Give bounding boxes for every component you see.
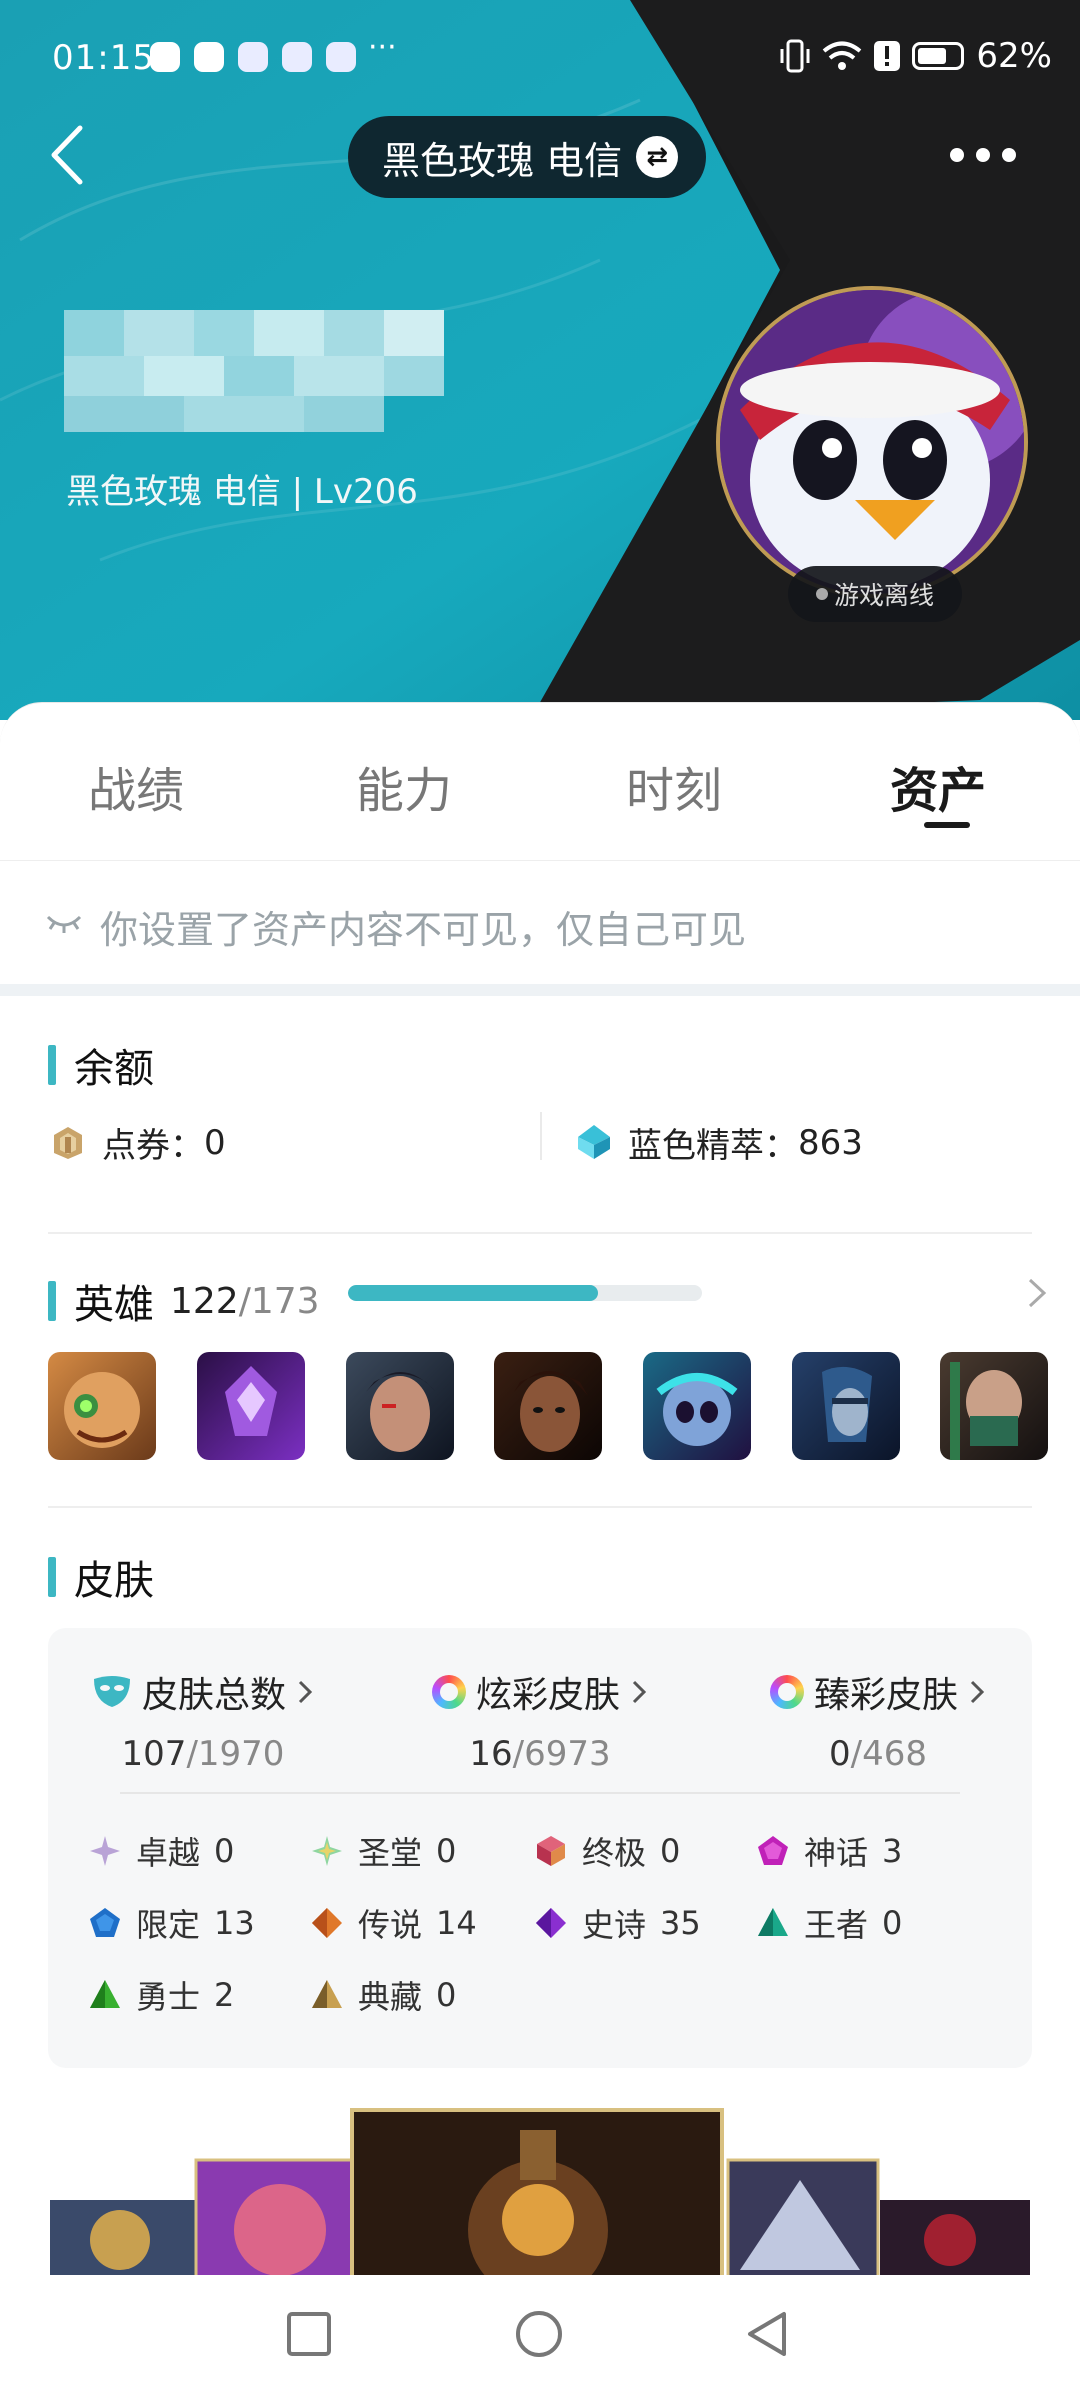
recents-button[interactable] xyxy=(284,2309,334,2359)
chroma-skins[interactable]: 炫彩皮肤 16/6973 xyxy=(390,1666,690,1774)
tab-assets[interactable]: 资产 xyxy=(890,751,986,821)
weather-app-icon xyxy=(194,42,224,72)
skin-showcase[interactable] xyxy=(0,2090,1080,2275)
clock: 01:15 xyxy=(52,38,155,78)
diamond-gem-icon xyxy=(312,1908,342,1938)
tier-transcendent: 卓越 0 xyxy=(88,1828,234,1874)
heroes-section-title[interactable]: 英雄 122/173 xyxy=(48,1272,320,1330)
star-gem-icon xyxy=(90,1836,120,1866)
champion-portrait[interactable] xyxy=(792,1352,900,1460)
champion-portrait[interactable] xyxy=(940,1352,1048,1460)
cube-gem-icon xyxy=(537,1836,565,1866)
tier-warrior: 勇士 2 xyxy=(88,1972,234,2018)
active-tab-indicator xyxy=(924,822,970,828)
balance-divider xyxy=(540,1112,542,1160)
blue-essence-icon xyxy=(578,1124,610,1159)
chevron-right-icon xyxy=(632,1680,647,1704)
penguin-avatar-icon xyxy=(720,290,1024,594)
notification-app-icon xyxy=(238,42,268,72)
tab-bar: 战绩 能力 时刻 资产 xyxy=(0,702,1080,861)
skins-summary-card: 皮肤总数 107/1970 炫彩皮肤 16/6973 臻彩皮肤 0/468 卓越… xyxy=(48,1628,1032,2068)
privacy-notice: 你设置了资产内容不可见，仅自己可见 xyxy=(0,860,1080,985)
pentagon-gem-icon xyxy=(90,1908,120,1937)
server-switcher[interactable]: 黑色玫瑰 电信 ⇄ xyxy=(348,116,707,198)
profile-banner: 01:15 ··· 62% 黑色玫瑰 电信 ⇄ 黑色玫瑰 电信 | Lv206 … xyxy=(0,0,1080,720)
alert-icon xyxy=(874,41,901,71)
champion-portrait[interactable] xyxy=(346,1352,454,1460)
champion-portrait[interactable] xyxy=(494,1352,602,1460)
heroes-count: 122/173 xyxy=(170,1280,320,1322)
tier-exalted: 圣堂 0 xyxy=(310,1828,456,1874)
wifi-icon xyxy=(823,41,862,70)
chevron-right-icon[interactable] xyxy=(1024,1276,1050,1310)
triangle-gem-icon xyxy=(758,1908,788,1936)
system-navigation-bar xyxy=(0,2275,1080,2388)
chroma-ring-icon xyxy=(431,1675,466,1709)
diamond-gem-icon xyxy=(536,1908,566,1938)
back-button[interactable] xyxy=(44,120,94,190)
tier-limited: 限定 13 xyxy=(88,1900,255,1946)
eye-closed-icon xyxy=(46,915,82,933)
more-options-icon[interactable] xyxy=(950,148,1016,162)
notification-app-icon xyxy=(282,42,312,72)
riot-points-value: 0 xyxy=(204,1122,226,1163)
notification-app-icon xyxy=(326,42,356,72)
tier-ultimate: 终极 0 xyxy=(534,1828,680,1874)
divider xyxy=(48,1506,1032,1508)
avatar[interactable] xyxy=(716,286,1028,598)
tier-mythic: 神话 3 xyxy=(756,1828,902,1874)
tier-collector: 典藏 0 xyxy=(310,1972,456,2018)
more-notifications-icon: ··· xyxy=(368,30,397,65)
chevron-right-icon xyxy=(970,1680,985,1704)
riot-points-balance: 点券： 0 xyxy=(48,1118,226,1167)
shield-app-icon xyxy=(150,42,180,72)
battery-level: 62% xyxy=(976,36,1052,76)
prestige-chroma-skins[interactable]: 臻彩皮肤 0/468 xyxy=(728,1666,1028,1774)
tier-champion: 王者 0 xyxy=(756,1900,902,1946)
total-skins[interactable]: 皮肤总数 107/1970 xyxy=(53,1666,353,1774)
skins-section-title: 皮肤 xyxy=(48,1548,154,1606)
chevron-right-icon xyxy=(298,1680,313,1704)
blue-essence-balance: 蓝色精萃： 863 xyxy=(574,1118,863,1167)
champion-portrait[interactable] xyxy=(197,1352,305,1460)
section-divider xyxy=(0,984,1080,996)
home-button[interactable] xyxy=(514,2309,564,2359)
pentagon-gem-icon xyxy=(758,1836,788,1865)
mask-icon xyxy=(93,1676,130,1707)
triangle-gem-icon xyxy=(90,1980,120,2008)
triangle-gem-icon xyxy=(312,1980,342,2008)
chroma-ring-icon xyxy=(769,1675,804,1709)
divider xyxy=(48,1232,1032,1234)
vibrate-icon xyxy=(780,39,810,73)
status-badge: 游戏离线 xyxy=(788,566,962,622)
divider xyxy=(120,1792,960,1794)
skin-cards-carousel xyxy=(50,2108,1030,2275)
champion-portrait[interactable] xyxy=(48,1352,156,1460)
tier-legendary: 传说 14 xyxy=(310,1900,477,1946)
privacy-notice-text: 你设置了资产内容不可见，仅自己可见 xyxy=(100,908,747,952)
heroes-progress-bar xyxy=(348,1285,702,1301)
tier-epic: 史诗 35 xyxy=(534,1900,701,1946)
blue-essence-value: 863 xyxy=(798,1122,863,1163)
status-bar: 01:15 ··· 62% xyxy=(0,0,1080,120)
swap-arrows-icon: ⇄ xyxy=(636,136,679,178)
riot-points-icon xyxy=(54,1126,82,1159)
back-nav-button[interactable] xyxy=(744,2309,794,2359)
tab-ability[interactable]: 能力 xyxy=(356,751,452,821)
balance-section-title: 余额 xyxy=(48,1036,154,1094)
server-level-label: 黑色玫瑰 电信 | Lv206 xyxy=(66,472,418,512)
server-name: 黑色玫瑰 电信 xyxy=(382,138,623,183)
sparkle-gem-icon xyxy=(312,1836,342,1866)
tab-moments[interactable]: 时刻 xyxy=(626,751,722,821)
champion-portrait[interactable] xyxy=(643,1352,751,1460)
battery-icon xyxy=(912,42,965,70)
tab-match-history[interactable]: 战绩 xyxy=(88,751,184,821)
